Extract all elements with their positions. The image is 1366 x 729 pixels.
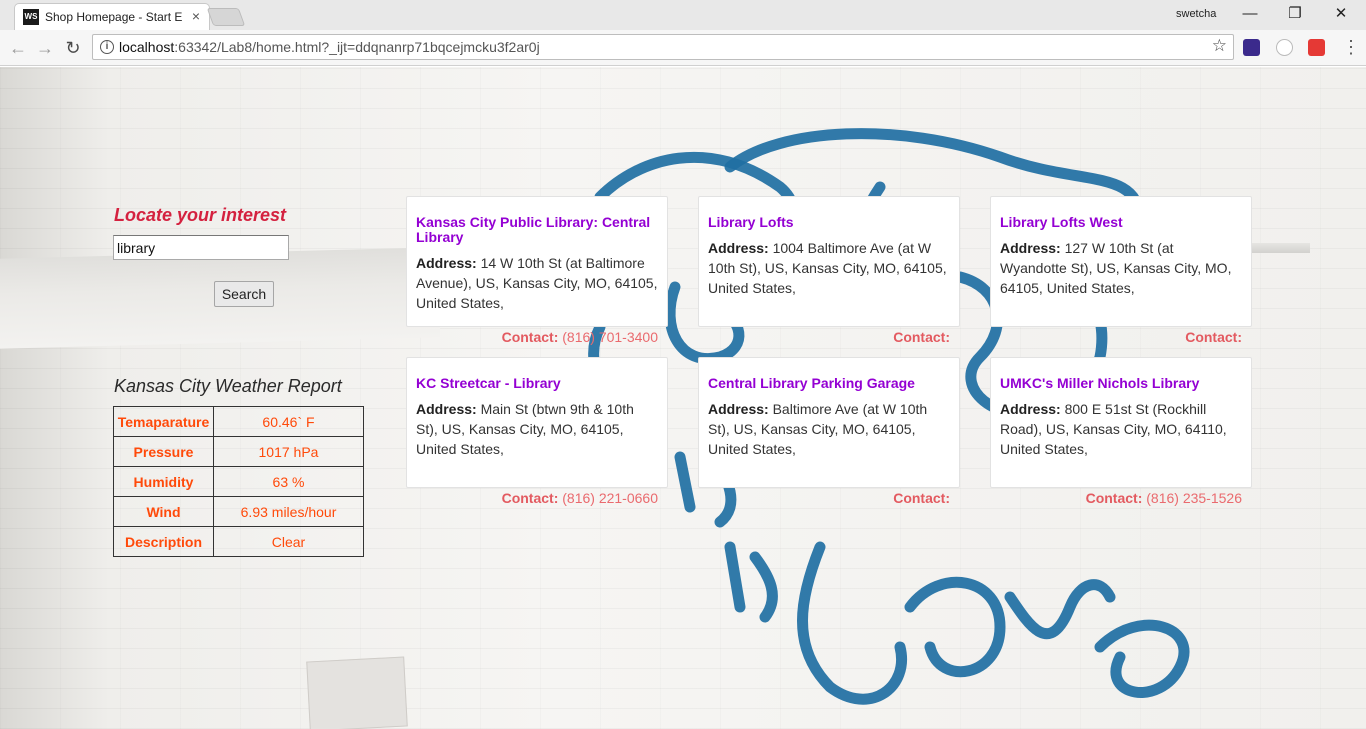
result-name: Library Lofts West [1000,214,1123,230]
profile-name[interactable]: swetcha [1176,8,1216,20]
info-icon[interactable]: i [100,40,114,54]
contact-label: Contact: [1185,329,1242,345]
weather-value: 60.46` F [213,406,364,437]
extension-icon[interactable] [1243,39,1260,56]
weather-label: Temaparature [113,406,214,437]
contact-label: Contact: [501,490,559,506]
weather-table: Temaparature 60.46` F Pressure 1017 hPa … [113,406,364,557]
forward-icon[interactable]: → [34,37,56,59]
table-row: Humidity 63 % [113,466,364,497]
browser-toolbar: ← → ↻ i localhost:63342/Lab8/home.html?_… [0,30,1366,66]
close-tab-icon[interactable]: × [192,8,200,24]
result-contact: Contact: [980,329,1242,345]
url-path: :63342/Lab8/home.html?_ijt=ddqnanrp71bqc… [174,39,540,55]
table-row: Pressure 1017 hPa [113,436,364,467]
url-host: localhost [119,39,175,55]
webstorm-icon: WS [23,9,39,25]
result-name: Library Lofts [708,214,794,230]
result-contact: Contact: [688,490,950,506]
contact-label: Contact: [893,490,950,506]
address-label: Address: [708,401,769,417]
contact-label: Contact: [893,329,950,345]
background-sticker [306,656,408,729]
table-row: Wind 6.93 miles/hour [113,496,364,527]
result-address: Address: 127 W 10th St (at Wyandotte St)… [1000,238,1242,298]
locate-title: Locate your interest [114,205,287,225]
weather-value: 1017 hPa [213,436,364,467]
url-text[interactable]: localhost:63342/Lab8/home.html?_ijt=ddqn… [119,39,540,55]
address-label: Address: [416,401,477,417]
result-address: Address: 14 W 10th St (at Baltimore Aven… [416,253,658,313]
weather-value: 63 % [213,466,364,497]
search-button[interactable]: Search [214,281,274,307]
result-address: Address: Baltimore Ave (at W 10th St), U… [708,399,950,459]
address-label: Address: [416,255,477,271]
result-card: Library Lofts West Address: 127 W 10th S… [990,196,1252,327]
result-card: Kansas City Public Library: Central Libr… [406,196,668,327]
result-address: Address: Main St (btwn 9th & 10th St), U… [416,399,658,459]
extension-icon[interactable] [1308,39,1325,56]
result-card: UMKC's Miller Nichols Library Address: 8… [990,357,1252,488]
result-contact: Contact: (816) 701-3400 [396,329,658,345]
close-window-icon[interactable]: ✕ [1321,4,1361,26]
weather-value: Clear [213,526,364,557]
address-label: Address: [1000,401,1061,417]
address-bar[interactable]: i localhost:63342/Lab8/home.html?_ijt=dd… [92,34,1234,60]
contact-label: Contact: [1085,490,1143,506]
minimize-icon[interactable]: — [1230,4,1270,26]
result-contact: Contact: (816) 221-0660 [396,490,658,506]
address-label: Address: [708,240,769,256]
table-row: Temaparature 60.46` F [113,406,364,437]
weather-label: Wind [113,496,214,527]
result-address: Address: 1004 Baltimore Ave (at W 10th S… [708,238,950,298]
contact-phone: (816) 235-1526 [1146,490,1242,506]
restore-icon[interactable]: ❐ [1275,4,1315,26]
result-card: Central Library Parking Garage Address: … [698,357,960,488]
back-icon[interactable]: ← [7,37,29,59]
page-content: Locate your interest Search Kansas City … [0,67,1366,729]
result-contact: Contact: (816) 235-1526 [980,490,1242,506]
result-name: Kansas City Public Library: Central Libr… [416,214,651,245]
result-card: KC Streetcar - Library Address: Main St … [406,357,668,488]
menu-icon[interactable]: ⋮ [1342,36,1360,58]
extension-icon[interactable] [1276,39,1293,56]
weather-value: 6.93 miles/hour [213,496,364,527]
browser-tab[interactable]: WS Shop Homepage - Start E × [14,3,210,30]
result-address: Address: 800 E 51st St (Rockhill Road), … [1000,399,1242,459]
result-contact: Contact: [688,329,950,345]
weather-label: Description [113,526,214,557]
result-name: Central Library Parking Garage [708,375,915,391]
search-input[interactable] [113,235,289,260]
address-label: Address: [1000,240,1061,256]
weather-label: Humidity [113,466,214,497]
result-name: UMKC's Miller Nichols Library [1000,375,1200,391]
reload-icon[interactable]: ↻ [62,37,84,59]
new-tab-button[interactable] [206,8,246,26]
weather-label: Pressure [113,436,214,467]
bookmark-star-icon[interactable]: ☆ [1212,36,1227,56]
weather-title: Kansas City Weather Report [114,376,342,396]
title-bar: WS Shop Homepage - Start E × swetcha — ❐… [0,0,1366,30]
result-card: Library Lofts Address: 1004 Baltimore Av… [698,196,960,327]
contact-phone: (816) 221-0660 [562,490,658,506]
table-row: Description Clear [113,526,364,557]
contact-phone: (816) 701-3400 [562,329,658,345]
contact-label: Contact: [501,329,559,345]
result-name: KC Streetcar - Library [416,375,561,391]
tab-title: Shop Homepage - Start E [45,10,183,24]
